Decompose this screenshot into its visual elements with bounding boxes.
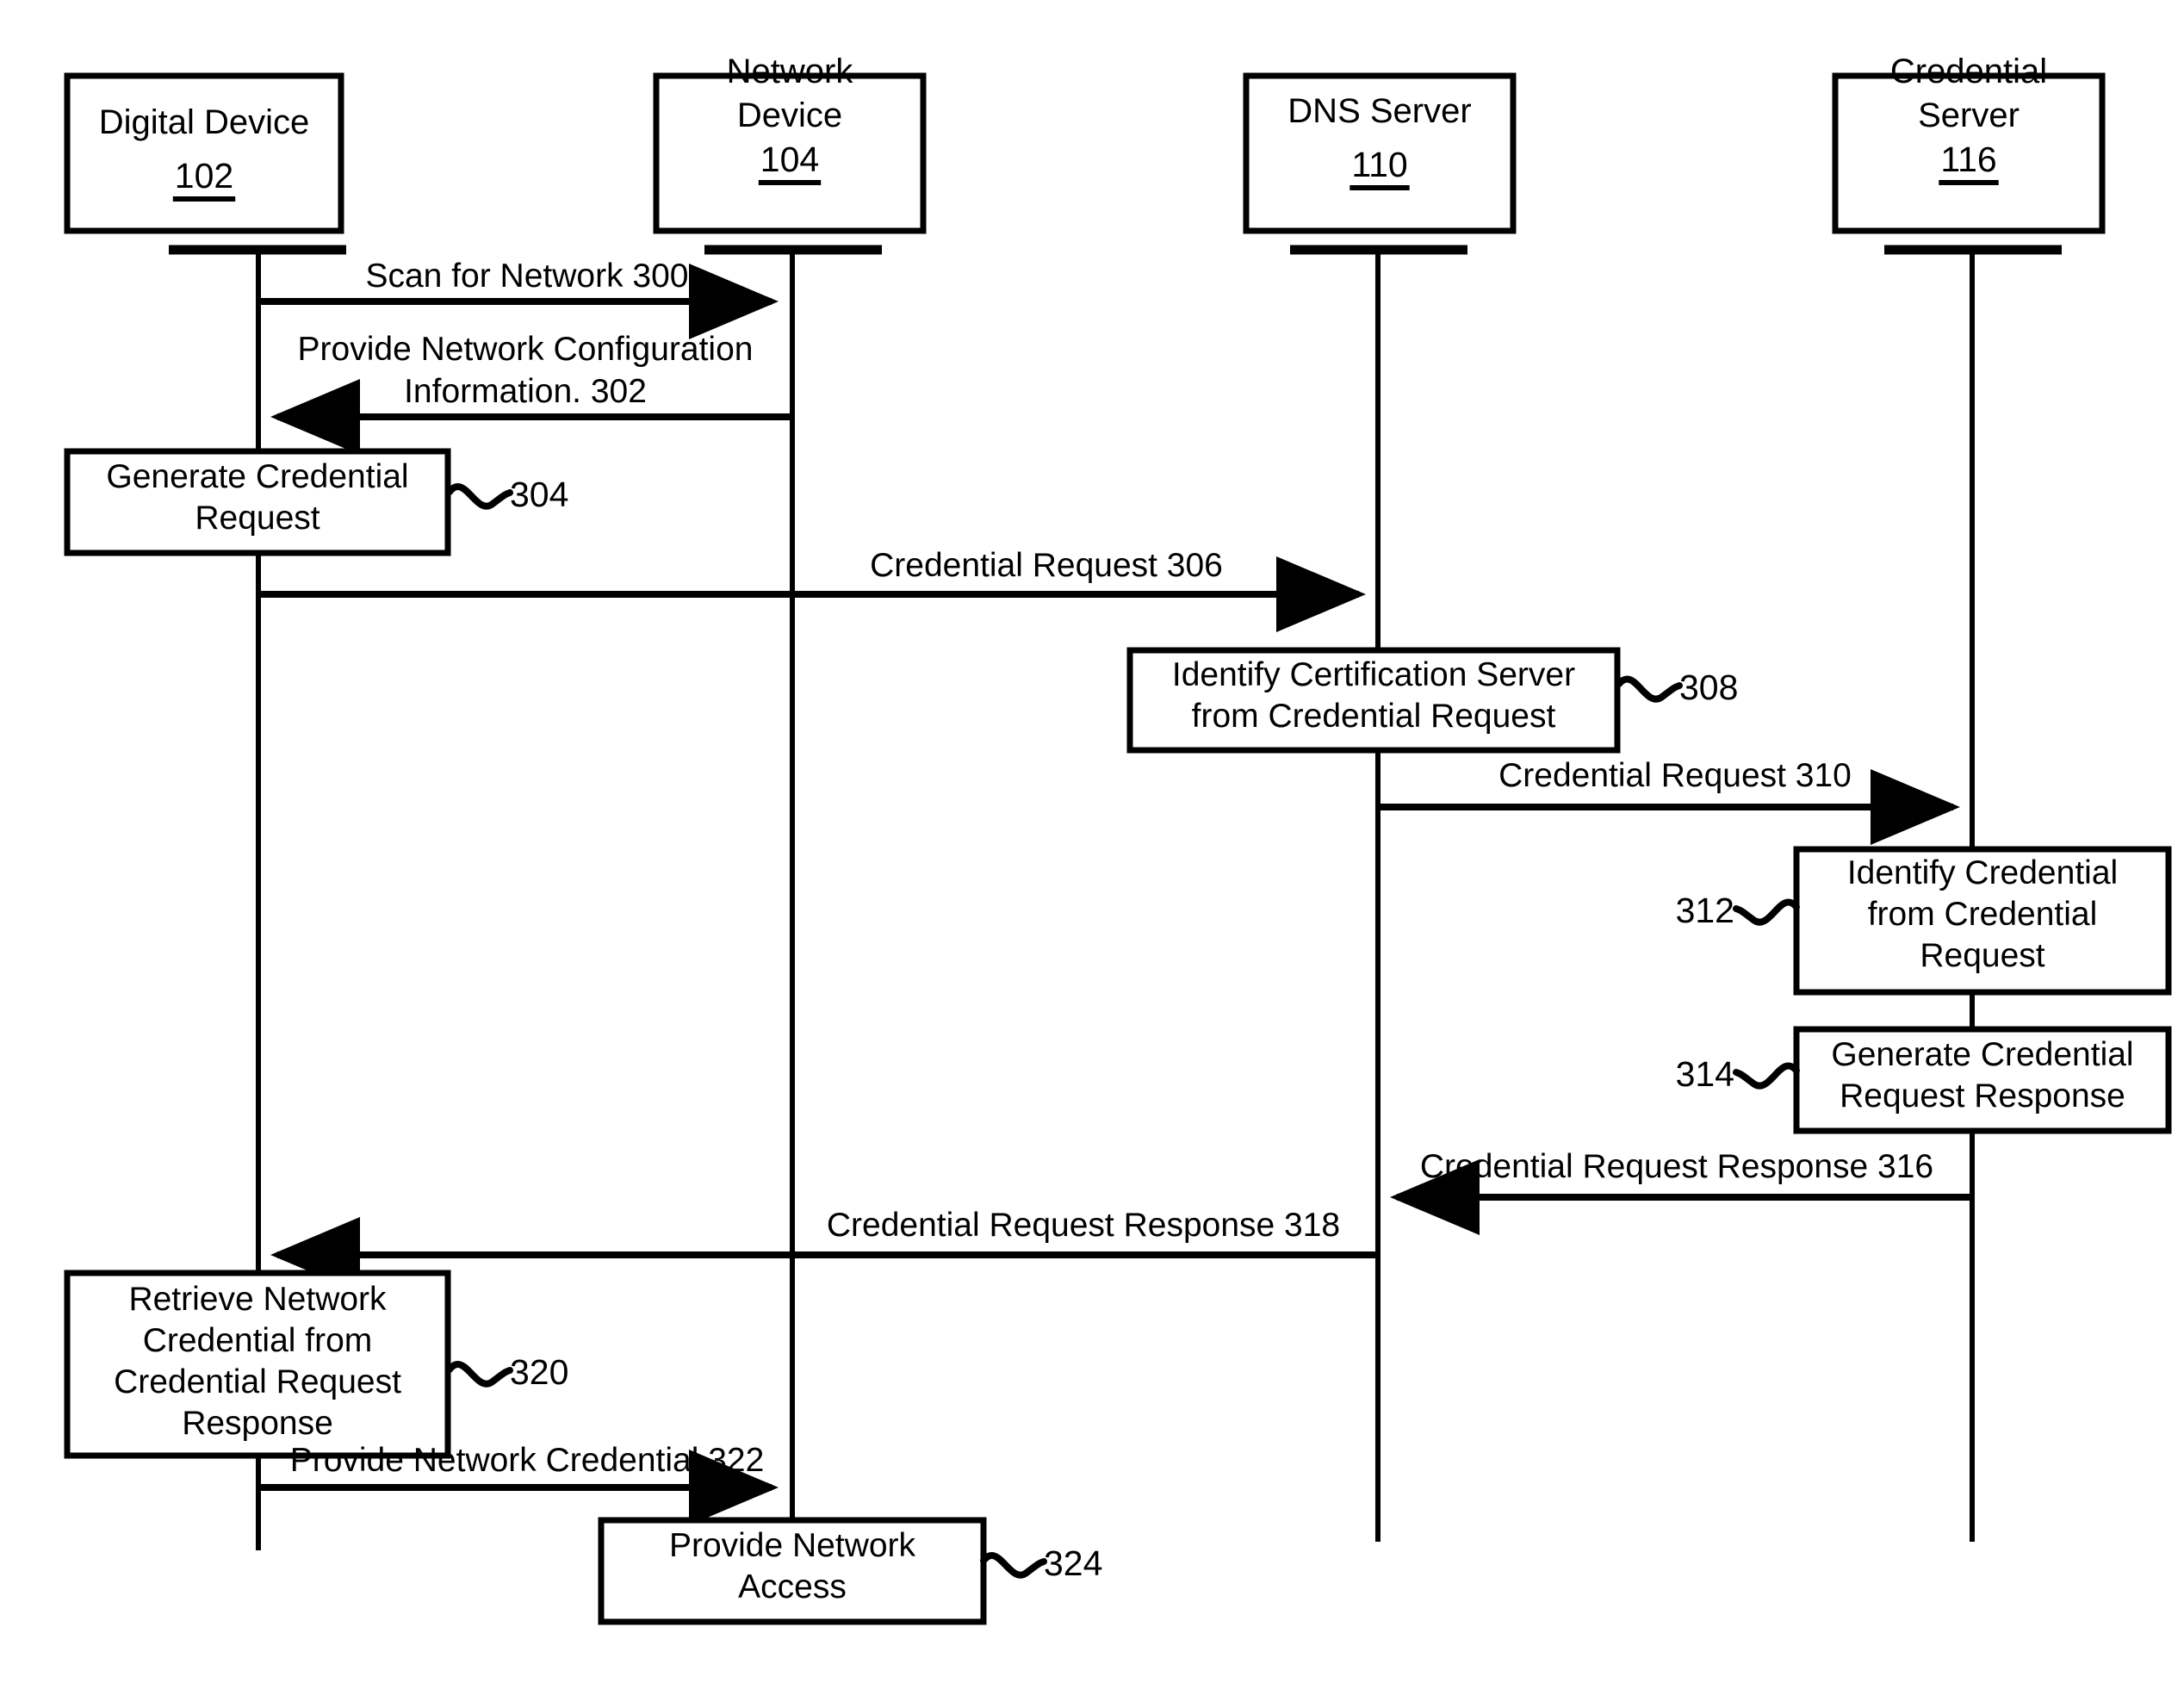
message-credential-request-response-318[interactable]: Credential Request Response 318 <box>270 1207 1378 1293</box>
message-credential-request-310[interactable]: Credential Request 310 <box>1378 757 1960 845</box>
lifeline-dns-server <box>1290 245 1467 1542</box>
process-generate-credential-request-304[interactable]: Generate Credential Request 304 <box>64 448 568 556</box>
message-label-318: Credential Request Response 318 <box>827 1207 1340 1244</box>
process-label-304-line2: Request <box>195 500 320 537</box>
sequence-diagram-svg: Digital Device 102 Network Device 104 DN… <box>64 53 2172 1625</box>
message-scan-for-network-300[interactable]: Scan for Network 300 <box>258 258 779 339</box>
lifeline-header-network-device[interactable]: Network Device 104 <box>653 53 927 234</box>
process-label-312-line2: from Credential <box>1868 896 2098 933</box>
process-leader-324 <box>980 1552 1047 1579</box>
lifeline-title-dns-server: DNS Server <box>1287 92 1471 130</box>
lifeline-network-device <box>704 245 882 1524</box>
lifeline-title-network-device: Network <box>727 53 854 90</box>
process-label-308-line2: from Credential Request <box>1192 698 1556 735</box>
sequence-diagram-canvas: Digital Device 102 Network Device 104 DN… <box>0 0 2184 1689</box>
process-label-320-line3: Credential Request <box>114 1363 401 1400</box>
process-leader-314 <box>1733 1062 1800 1090</box>
message-credential-request-response-316[interactable]: Credential Request Response 316 <box>1390 1148 1972 1235</box>
process-label-320-line2: Credential from <box>143 1322 373 1359</box>
lifeline-ref-dns-server: 110 <box>1351 145 1407 184</box>
process-label-324-line1: Provide Network <box>669 1527 916 1564</box>
process-label-324-line2: Access <box>738 1568 847 1605</box>
lifeline-title-credential-server: Credential <box>1890 53 2047 90</box>
message-label-310: Credential Request 310 <box>1498 757 1852 794</box>
process-ref-308: 308 <box>1679 668 1738 707</box>
process-identify-credential-312[interactable]: Identify Credential from Credential Requ… <box>1676 846 2172 996</box>
process-label-320-line1: Retrieve Network <box>128 1281 387 1318</box>
process-leader-304 <box>446 483 513 510</box>
process-retrieve-network-credential-320[interactable]: Retrieve Network Credential from Credent… <box>64 1270 568 1459</box>
message-label-302-line1: Provide Network Configuration <box>298 331 754 368</box>
message-label-300: Scan for Network 300 <box>365 258 688 295</box>
process-label-308-line1: Identify Certification Server <box>1172 656 1575 693</box>
process-generate-credential-request-response-314[interactable]: Generate Credential Request Response 314 <box>1676 1026 2172 1134</box>
process-label-312-line3: Request <box>1920 937 2044 974</box>
lifeline-header-dns-server[interactable]: DNS Server 110 <box>1243 72 1517 234</box>
process-label-304-line1: Generate Credential <box>106 458 408 495</box>
lifeline-title-digital-device: Digital Device <box>99 103 310 141</box>
message-label-316: Credential Request Response 316 <box>1420 1148 1933 1185</box>
lifeline-ref-network-device: 104 <box>760 140 819 179</box>
process-ref-312: 312 <box>1676 891 1734 930</box>
process-ref-320: 320 <box>510 1352 568 1392</box>
process-label-320-line4: Response <box>182 1405 333 1442</box>
lifeline-title-network-device-line2: Device <box>737 96 842 134</box>
lifeline-header-digital-device[interactable]: Digital Device 102 <box>64 72 344 234</box>
process-identify-certification-server-308[interactable]: Identify Certification Server from Crede… <box>1126 647 1738 754</box>
process-leader-308 <box>1616 675 1683 703</box>
process-ref-314: 314 <box>1676 1054 1734 1094</box>
lifeline-ref-credential-server: 116 <box>1940 140 1996 179</box>
process-label-314-line2: Request Response <box>1840 1077 2125 1115</box>
lifeline-ref-digital-device: 102 <box>175 156 233 196</box>
lifeline-header-credential-server[interactable]: Credential Server 116 <box>1832 53 2106 234</box>
message-provide-network-credential-322[interactable]: Provide Network Credential 322 <box>258 1442 779 1525</box>
process-leader-320 <box>446 1361 513 1388</box>
process-leader-312 <box>1733 898 1800 926</box>
message-label-322: Provide Network Credential 322 <box>290 1442 765 1479</box>
message-provide-network-configuration-302[interactable]: Provide Network Configuration Informatio… <box>270 331 792 455</box>
message-label-302-line2: Information. 302 <box>404 373 647 410</box>
process-ref-324: 324 <box>1044 1543 1102 1583</box>
process-provide-network-access-324[interactable]: Provide Network Access 324 <box>598 1517 1102 1625</box>
process-label-314-line1: Generate Credential <box>1831 1036 2133 1073</box>
lifeline-title-credential-server-line2: Server <box>1918 96 2020 134</box>
message-label-306: Credential Request 306 <box>870 547 1223 584</box>
lifeline-box-digital-device <box>64 72 344 234</box>
process-ref-304: 304 <box>510 475 568 514</box>
process-label-312-line1: Identify Credential <box>1847 854 2118 891</box>
